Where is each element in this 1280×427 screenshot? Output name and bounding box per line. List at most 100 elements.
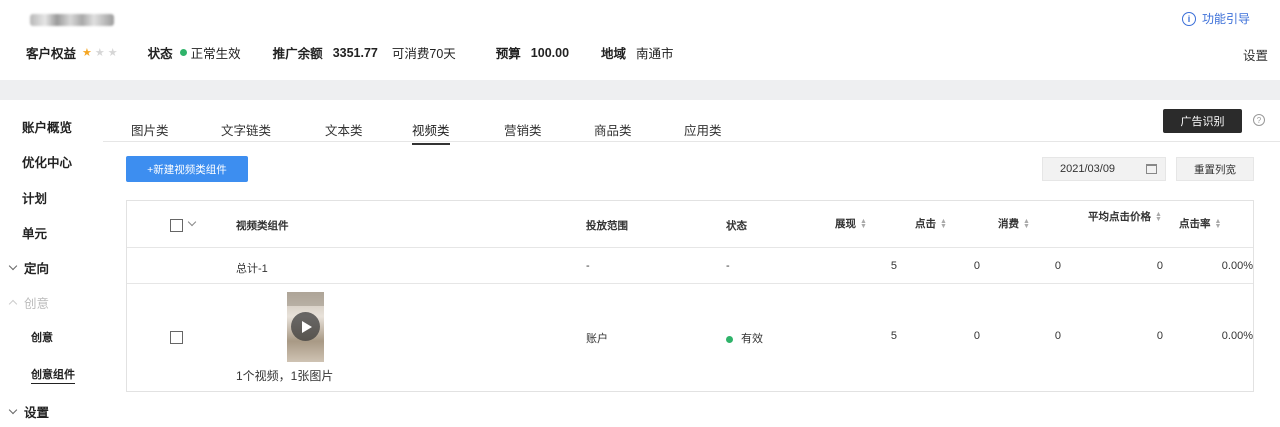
status-value: 正常生效 bbox=[190, 47, 241, 61]
row-avg-cpc: 0 bbox=[1156, 330, 1163, 342]
date-picker[interactable]: 2021/03/09 bbox=[1042, 157, 1166, 181]
total-cost: 0 bbox=[1054, 260, 1061, 272]
feature-guide-link[interactable]: i 功能引导 bbox=[1181, 10, 1250, 27]
col-header-label: 平均点击价格 bbox=[1088, 211, 1152, 223]
sidebar-group-settings[interactable]: 设置 bbox=[8, 402, 50, 421]
col-header-scope: 投放范围 bbox=[586, 220, 628, 232]
sort-icon: ▲ ▼ bbox=[860, 218, 867, 231]
col-header-label: 消费 bbox=[998, 218, 1019, 230]
sort-icon: ▲ ▼ bbox=[1155, 211, 1162, 224]
sidebar-group-label: 创意 bbox=[24, 297, 50, 311]
components-table: 视频类组件 投放范围 状态 展现 ▲ ▼ 点击 ▲ ▼ 消费 ▲ ▼ 平均点击价格 ▲ ▼ 点击… bbox=[126, 200, 1254, 392]
tab-video[interactable]: 视频类 bbox=[412, 120, 450, 145]
account-header: i 功能引导 客户权益 ★ ★ ★ 状态 正常生效 推广余额 3351.77 可… bbox=[0, 0, 1280, 80]
help-icon[interactable]: ? bbox=[1253, 114, 1265, 126]
total-ctr: 0.00% bbox=[1221, 260, 1253, 272]
chevron-up-icon bbox=[8, 299, 18, 309]
info-icon: i bbox=[1181, 11, 1196, 26]
new-video-component-button[interactable]: +新建视频类组件 bbox=[126, 156, 248, 182]
account-name-blurred bbox=[30, 14, 114, 26]
customer-rights-label: 客户权益 bbox=[26, 47, 77, 61]
video-thumbnail[interactable] bbox=[287, 292, 324, 362]
table-row: 1个视频，1张图片 账户 有效 5 0 0 0 0.00% bbox=[127, 284, 1253, 391]
rating-stars: ★ ★ ★ bbox=[82, 46, 118, 59]
tab-text-link[interactable]: 文字链类 bbox=[221, 120, 271, 139]
region-value: 南通市 bbox=[636, 47, 674, 61]
sidebar-item-optimization[interactable]: 优化中心 bbox=[22, 152, 72, 171]
row-checkbox[interactable] bbox=[170, 331, 183, 344]
tab-marketing[interactable]: 营销类 bbox=[504, 120, 542, 139]
star-icon: ★ bbox=[82, 47, 92, 59]
budget-value: 100.00 bbox=[530, 45, 570, 60]
chevron-down-icon bbox=[8, 261, 18, 271]
total-impressions: 5 bbox=[890, 260, 897, 272]
col-header-ctr[interactable]: 点击率 ▲ ▼ bbox=[1179, 216, 1221, 231]
component-caption: 1个视频，1张图片 bbox=[236, 369, 334, 383]
row-clicks: 0 bbox=[973, 330, 980, 342]
status-label: 状态 bbox=[147, 47, 173, 61]
date-value: 2021/03/09 bbox=[1060, 163, 1116, 175]
balance-note: 可消费70天 bbox=[391, 47, 456, 61]
table-header: 视频类组件 投放范围 状态 展现 ▲ ▼ 点击 ▲ ▼ 消费 ▲ ▼ 平均点击价格 ▲ ▼ 点击… bbox=[127, 201, 1253, 248]
balance-label: 推广余额 bbox=[272, 47, 323, 61]
total-clicks: 0 bbox=[973, 260, 980, 272]
col-header-avg-cpc[interactable]: 平均点击价格 ▲ ▼ bbox=[1087, 210, 1163, 225]
reset-column-width-button[interactable]: 重置列宽 bbox=[1176, 157, 1254, 181]
total-label: 总计-1 bbox=[236, 263, 268, 275]
row-cost: 0 bbox=[1054, 330, 1061, 342]
sidebar-item-overview[interactable]: 账户概览 bbox=[22, 117, 72, 136]
play-icon[interactable] bbox=[291, 312, 320, 341]
sort-icon: ▲ ▼ bbox=[940, 218, 947, 231]
col-header-status: 状态 bbox=[726, 220, 747, 232]
col-header-label: 点击率 bbox=[1179, 218, 1211, 230]
sidebar-group-creative[interactable]: 创意 bbox=[8, 293, 50, 312]
status-dot bbox=[179, 49, 187, 56]
sidebar-item-unit[interactable]: 单元 bbox=[22, 223, 47, 242]
account-stats: 客户权益 ★ ★ ★ 状态 正常生效 推广余额 3351.77 可消费70天 预… bbox=[26, 43, 674, 62]
budget-label: 预算 bbox=[495, 47, 521, 61]
total-avg-cpc: 0 bbox=[1156, 260, 1163, 272]
tab-product[interactable]: 商品类 bbox=[594, 120, 632, 139]
sidebar-item-creative-components[interactable]: 创意组件 bbox=[31, 366, 75, 384]
status-dot bbox=[726, 335, 733, 343]
sort-icon: ▲ ▼ bbox=[1023, 218, 1030, 231]
ad-recognition-button[interactable]: 广告识别 bbox=[1163, 109, 1242, 133]
chevron-down-icon[interactable] bbox=[187, 217, 197, 227]
region-label: 地域 bbox=[601, 47, 627, 61]
tab-image[interactable]: 图片类 bbox=[131, 120, 169, 139]
row-status-label: 有效 bbox=[741, 333, 763, 345]
col-header-label: 展现 bbox=[835, 218, 856, 230]
col-header-impressions[interactable]: 展现 ▲ ▼ bbox=[835, 216, 867, 231]
total-scope: - bbox=[586, 260, 590, 272]
component-tabs: 图片类 文字链类 文本类 视频类 营销类 商品类 应用类 广告识别 ? bbox=[103, 100, 1280, 145]
star-icon: ★ bbox=[94, 47, 105, 59]
row-scope: 账户 bbox=[586, 333, 608, 345]
main-content: 图片类 文字链类 文本类 视频类 营销类 商品类 应用类 广告识别 ? +新建视… bbox=[103, 100, 1280, 427]
tab-app[interactable]: 应用类 bbox=[684, 120, 722, 139]
balance-value: 3351.77 bbox=[332, 45, 378, 60]
chevron-down-icon bbox=[8, 405, 18, 415]
row-impressions: 5 bbox=[890, 330, 897, 342]
select-all-checkbox[interactable] bbox=[170, 219, 183, 232]
sort-icon: ▲ ▼ bbox=[1214, 218, 1222, 231]
sidebar-item-creative[interactable]: 创意 bbox=[31, 329, 53, 345]
col-header-cost[interactable]: 消费 ▲ ▼ bbox=[998, 216, 1030, 231]
sidebar-group-label: 设置 bbox=[24, 406, 50, 420]
tab-text[interactable]: 文本类 bbox=[325, 120, 363, 139]
sidebar: 账户概览 优化中心 计划 单元 定向 创意 创意 创意组件 设置 bbox=[0, 100, 103, 427]
header-divider-band bbox=[0, 80, 1280, 100]
settings-link[interactable]: 设置 bbox=[1243, 45, 1268, 64]
sidebar-item-plan[interactable]: 计划 bbox=[22, 188, 47, 207]
total-status: - bbox=[726, 260, 730, 272]
sidebar-group-targeting[interactable]: 定向 bbox=[8, 258, 50, 277]
col-header-component: 视频类组件 bbox=[236, 220, 289, 232]
row-status: 有效 bbox=[726, 330, 763, 346]
calendar-icon bbox=[1146, 164, 1157, 174]
col-header-label: 点击 bbox=[915, 218, 936, 230]
row-ctr: 0.00% bbox=[1221, 330, 1253, 342]
feature-guide-label: 功能引导 bbox=[1201, 12, 1250, 26]
table-total-row: 总计-1 - - 5 0 0 0 0.00% bbox=[127, 248, 1253, 284]
col-header-clicks[interactable]: 点击 ▲ ▼ bbox=[915, 216, 947, 231]
sidebar-group-label: 定向 bbox=[24, 262, 50, 276]
star-icon: ★ bbox=[107, 47, 118, 59]
